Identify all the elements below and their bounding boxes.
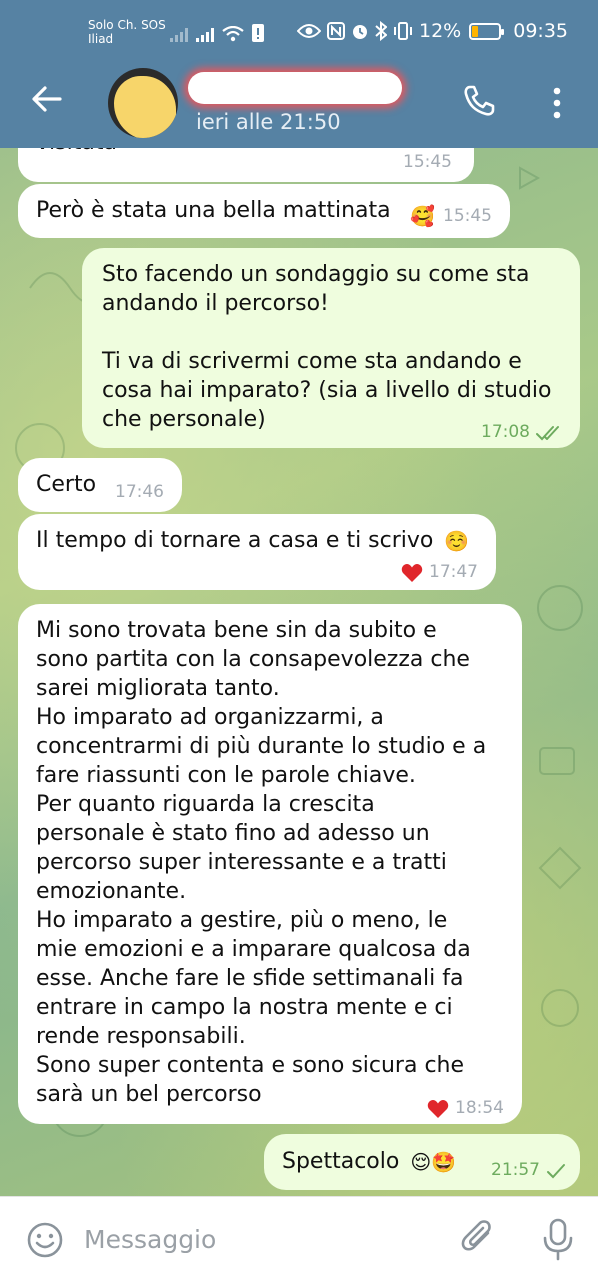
contact-name-redacted[interactable] <box>188 72 402 104</box>
status-bar: Solo Ch. SOS Iliad 12% 09:35 <box>0 0 598 60</box>
wifi-icon <box>222 26 244 42</box>
message-incoming[interactable]: Però è stata una bella mattinata 🥰 15:45 <box>18 184 510 238</box>
message-time: 18:54 <box>455 1098 504 1118</box>
top-bar: Solo Ch. SOS Iliad 12% 09:35 ieri alle 2… <box>0 0 598 148</box>
phone-icon[interactable] <box>462 84 496 118</box>
message-time: 21:57 <box>491 1160 540 1180</box>
signal-icons <box>170 24 264 42</box>
carrier-primary: Solo Ch. SOS <box>88 18 166 32</box>
heart-reaction-icon[interactable] <box>427 1099 449 1119</box>
paperclip-icon[interactable] <box>460 1219 498 1259</box>
check-icon <box>547 1163 565 1178</box>
smiling-face-emoji: ☺️ <box>444 528 470 553</box>
bluetooth-icon <box>375 21 387 41</box>
signal-sim1-icon <box>170 26 188 42</box>
battery-icon <box>469 22 505 40</box>
vibrate-icon <box>394 22 412 40</box>
message-time: 17:46 <box>115 482 164 502</box>
smiling-face-hearts-emoji: 🥰 <box>410 204 435 228</box>
message-input[interactable] <box>84 1219 424 1259</box>
eye-icon <box>297 24 321 38</box>
message-text: Mi sono trovata bene sin da subito e son… <box>36 618 487 1107</box>
message-time: 17:47 <box>429 562 478 582</box>
arrow-left-icon[interactable] <box>30 82 64 116</box>
message-outgoing[interactable]: Sto facendo un sondaggio su come sta and… <box>82 248 580 448</box>
double-check-icon <box>536 425 559 440</box>
nfc-icon <box>327 22 345 40</box>
smile-icon[interactable] <box>26 1221 64 1259</box>
alarm-icon <box>353 25 367 39</box>
clock: 09:35 <box>513 20 568 42</box>
message-text: Spettacolo <box>282 1149 400 1174</box>
heart-reaction-icon[interactable] <box>401 563 423 583</box>
carrier-info: Solo Ch. SOS Iliad <box>88 18 166 46</box>
message-time: 17:08 <box>481 422 530 442</box>
status-right: 12% 09:35 <box>297 20 568 42</box>
message-text: Certo <box>36 472 97 497</box>
chat-header: ieri alle 21:50 <box>0 60 598 148</box>
message-outgoing[interactable]: Spettacolo 😌🤩 21:57 <box>264 1134 580 1190</box>
carrier-secondary: Iliad <box>88 32 114 46</box>
contact-avatar[interactable] <box>108 68 178 138</box>
more-vertical-icon[interactable] <box>550 86 564 120</box>
message-incoming[interactable]: Il tempo di tornare a casa e ti scrivo ☺… <box>18 514 496 590</box>
message-time: 15:45 <box>443 206 492 226</box>
message-time: 15:45 <box>403 152 452 172</box>
message-incoming[interactable]: visitata 15:45 <box>18 148 474 182</box>
message-incoming[interactable]: Mi sono trovata bene sin da subito e son… <box>18 604 522 1124</box>
sim-alert-icon <box>252 24 264 42</box>
message-text: Sto facendo un sondaggio su come sta and… <box>102 262 552 432</box>
battery-percent: 12% <box>419 20 462 42</box>
signal-sim2-icon <box>196 26 214 42</box>
message-text: visitata <box>36 148 117 157</box>
chat-area[interactable]: visitata 15:45 Però è stata una bella ma… <box>0 148 598 1196</box>
message-text: Però è stata una bella mattinata <box>36 198 391 223</box>
message-text: Il tempo di tornare a casa e ti scrivo <box>36 528 434 553</box>
relieved-star-struck-emoji: 😌🤩 <box>410 1149 457 1174</box>
message-incoming[interactable]: Certo 17:46 <box>18 458 182 512</box>
last-seen: ieri alle 21:50 <box>196 110 341 134</box>
message-input-bar <box>0 1196 598 1280</box>
microphone-icon[interactable] <box>540 1217 576 1261</box>
